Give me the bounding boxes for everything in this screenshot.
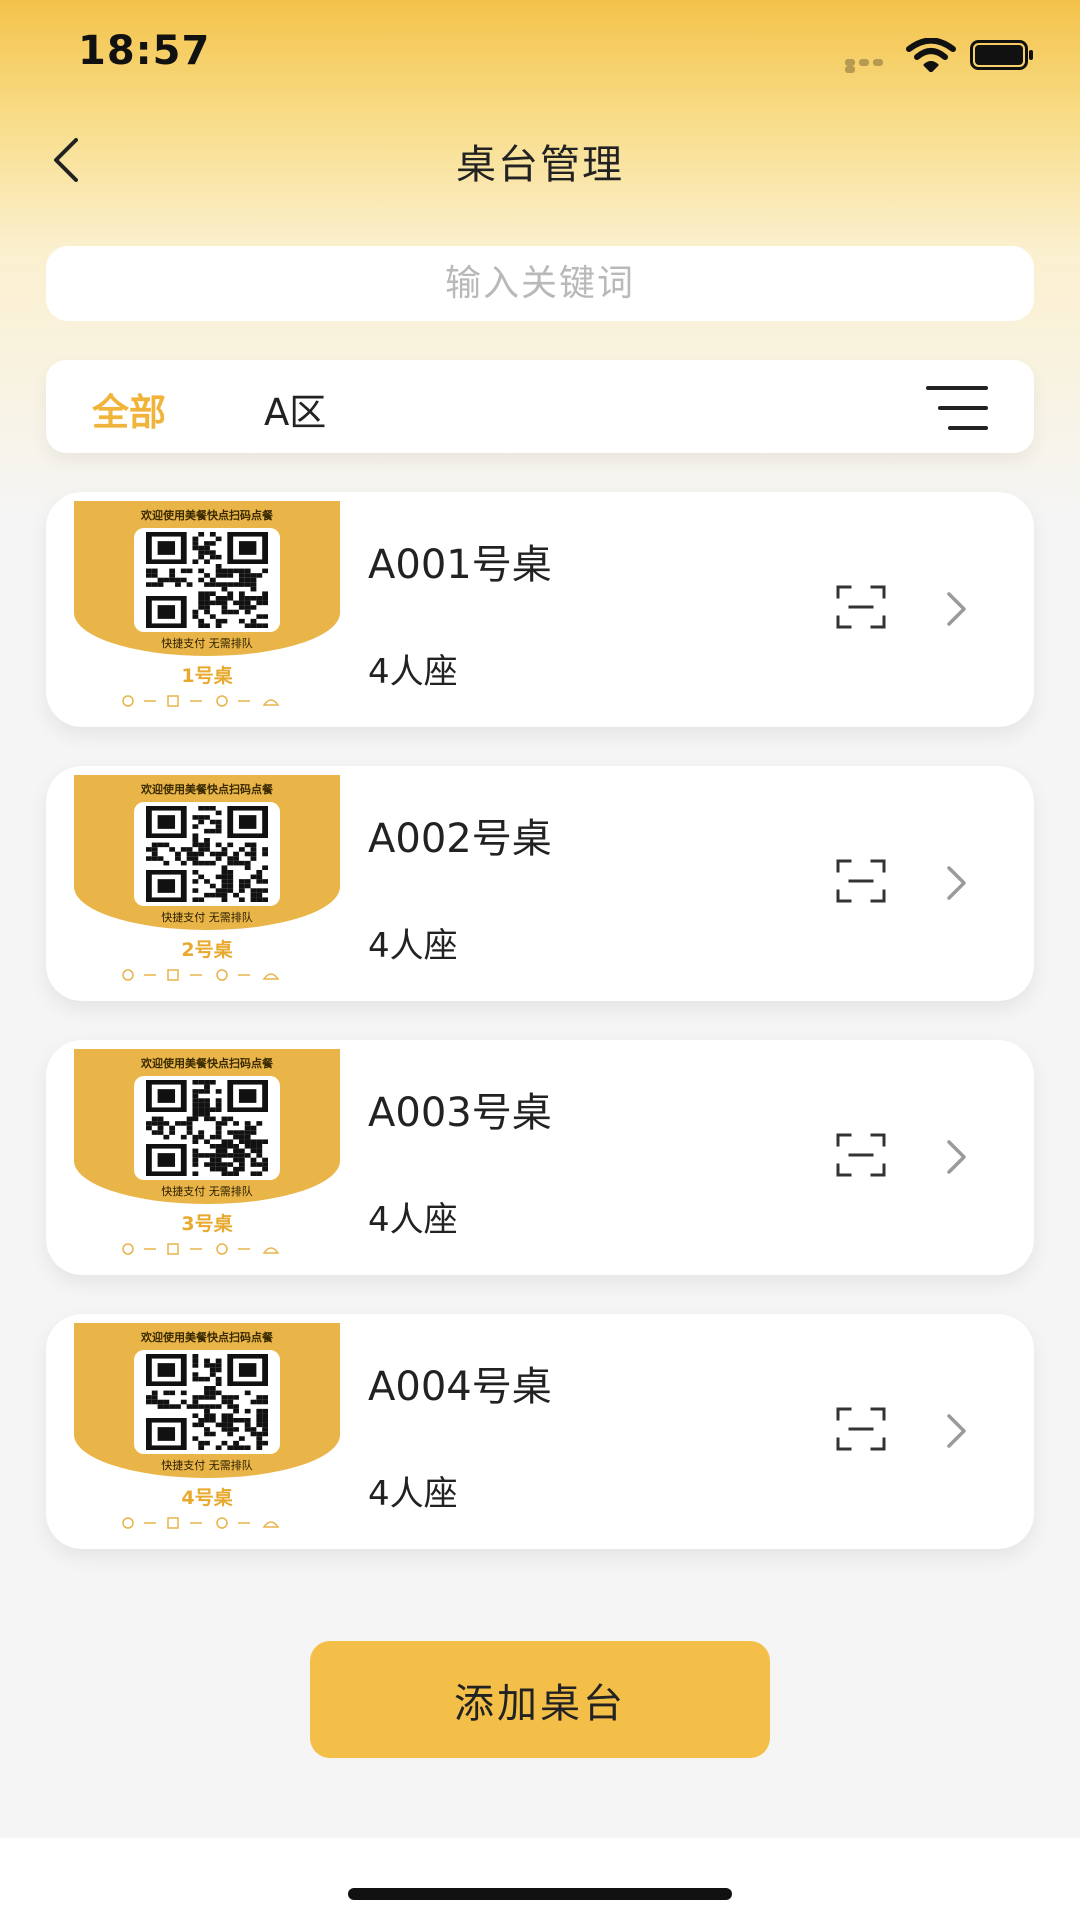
table-card[interactable]: 欢迎使用美餐快点扫码点餐 快捷支付 无需排队 2号桌 A002号桌 4人座: [46, 766, 1034, 1001]
qr-header-text: 欢迎使用美餐快点扫码点餐: [141, 509, 273, 522]
qr-steps-icon: [122, 969, 280, 981]
wifi-icon: [906, 37, 956, 73]
filter-tab-a-zone[interactable]: A区: [264, 382, 326, 436]
scan-icon[interactable]: [836, 859, 886, 903]
status-time: 18:57: [78, 28, 211, 74]
qr-sub-text: 快捷支付 无需排队: [161, 637, 253, 650]
qr-table-label: 3号桌: [181, 1213, 233, 1235]
home-indicator: [348, 1888, 732, 1900]
qr-sub-text: 快捷支付 无需排队: [161, 911, 253, 924]
scan-icon[interactable]: [836, 1133, 886, 1177]
table-seats: 4人座: [368, 926, 458, 966]
page-title: 桌台管理: [456, 142, 624, 188]
table-qr-image: 欢迎使用美餐快点扫码点餐 快捷支付 无需排队 1号桌: [74, 501, 340, 717]
table-qr-image: 欢迎使用美餐快点扫码点餐 快捷支付 无需排队 3号桌: [74, 1049, 340, 1265]
qr-header-text: 欢迎使用美餐快点扫码点餐: [141, 1057, 273, 1070]
qr-table-label: 1号桌: [181, 665, 233, 687]
table-name: A002号桌: [368, 816, 552, 862]
qr-code: [134, 1350, 280, 1454]
table-card[interactable]: 欢迎使用美餐快点扫码点餐 快捷支付 无需排队 3号桌 A003号桌 4人座: [46, 1040, 1034, 1275]
table-seats: 4人座: [368, 1200, 458, 1240]
qr-code: [134, 1076, 280, 1180]
qr-header-text: 欢迎使用美餐快点扫码点餐: [141, 1331, 273, 1344]
qr-table-label: 4号桌: [181, 1487, 233, 1509]
qr-steps-icon: [122, 1243, 280, 1255]
table-card[interactable]: 欢迎使用美餐快点扫码点餐 快捷支付 无需排队 1号桌 A001号桌 4人座: [46, 492, 1034, 727]
qr-sub-text: 快捷支付 无需排队: [161, 1185, 253, 1198]
filter-menu-icon[interactable]: [922, 384, 988, 432]
qr-table-label: 2号桌: [181, 939, 233, 961]
cellular-signal-icon: [845, 59, 899, 73]
navigation-bar: 桌台管理: [0, 110, 1080, 200]
table-name: A001号桌: [368, 542, 552, 588]
qr-steps-icon: [122, 1517, 280, 1529]
scan-icon[interactable]: [836, 1407, 886, 1451]
chevron-right-icon: [944, 1138, 970, 1176]
filter-bar: 全部 A区: [46, 360, 1034, 453]
table-card[interactable]: 欢迎使用美餐快点扫码点餐 快捷支付 无需排队 4号桌 A004号桌 4人座: [46, 1314, 1034, 1549]
search-input[interactable]: [46, 246, 1034, 321]
qr-header-text: 欢迎使用美餐快点扫码点餐: [141, 783, 273, 796]
table-seats: 4人座: [368, 1474, 458, 1514]
qr-code: [134, 528, 280, 632]
chevron-right-icon: [944, 1412, 970, 1450]
qr-code: [134, 802, 280, 906]
table-seats: 4人座: [368, 652, 458, 692]
table-qr-image: 欢迎使用美餐快点扫码点餐 快捷支付 无需排队 2号桌: [74, 775, 340, 991]
chevron-right-icon: [944, 590, 970, 628]
table-qr-image: 欢迎使用美餐快点扫码点餐 快捷支付 无需排队 4号桌: [74, 1323, 340, 1539]
table-name: A003号桌: [368, 1090, 552, 1136]
filter-tab-all[interactable]: 全部: [92, 382, 166, 436]
table-name: A004号桌: [368, 1364, 552, 1410]
status-bar: 18:57: [0, 0, 1080, 110]
chevron-right-icon: [944, 864, 970, 902]
bottom-safe-area: [0, 1838, 1080, 1920]
add-table-button[interactable]: 添加桌台: [310, 1641, 770, 1758]
qr-sub-text: 快捷支付 无需排队: [161, 1459, 253, 1472]
battery-icon: [970, 40, 1034, 70]
scan-icon[interactable]: [836, 585, 886, 629]
qr-steps-icon: [122, 695, 280, 707]
